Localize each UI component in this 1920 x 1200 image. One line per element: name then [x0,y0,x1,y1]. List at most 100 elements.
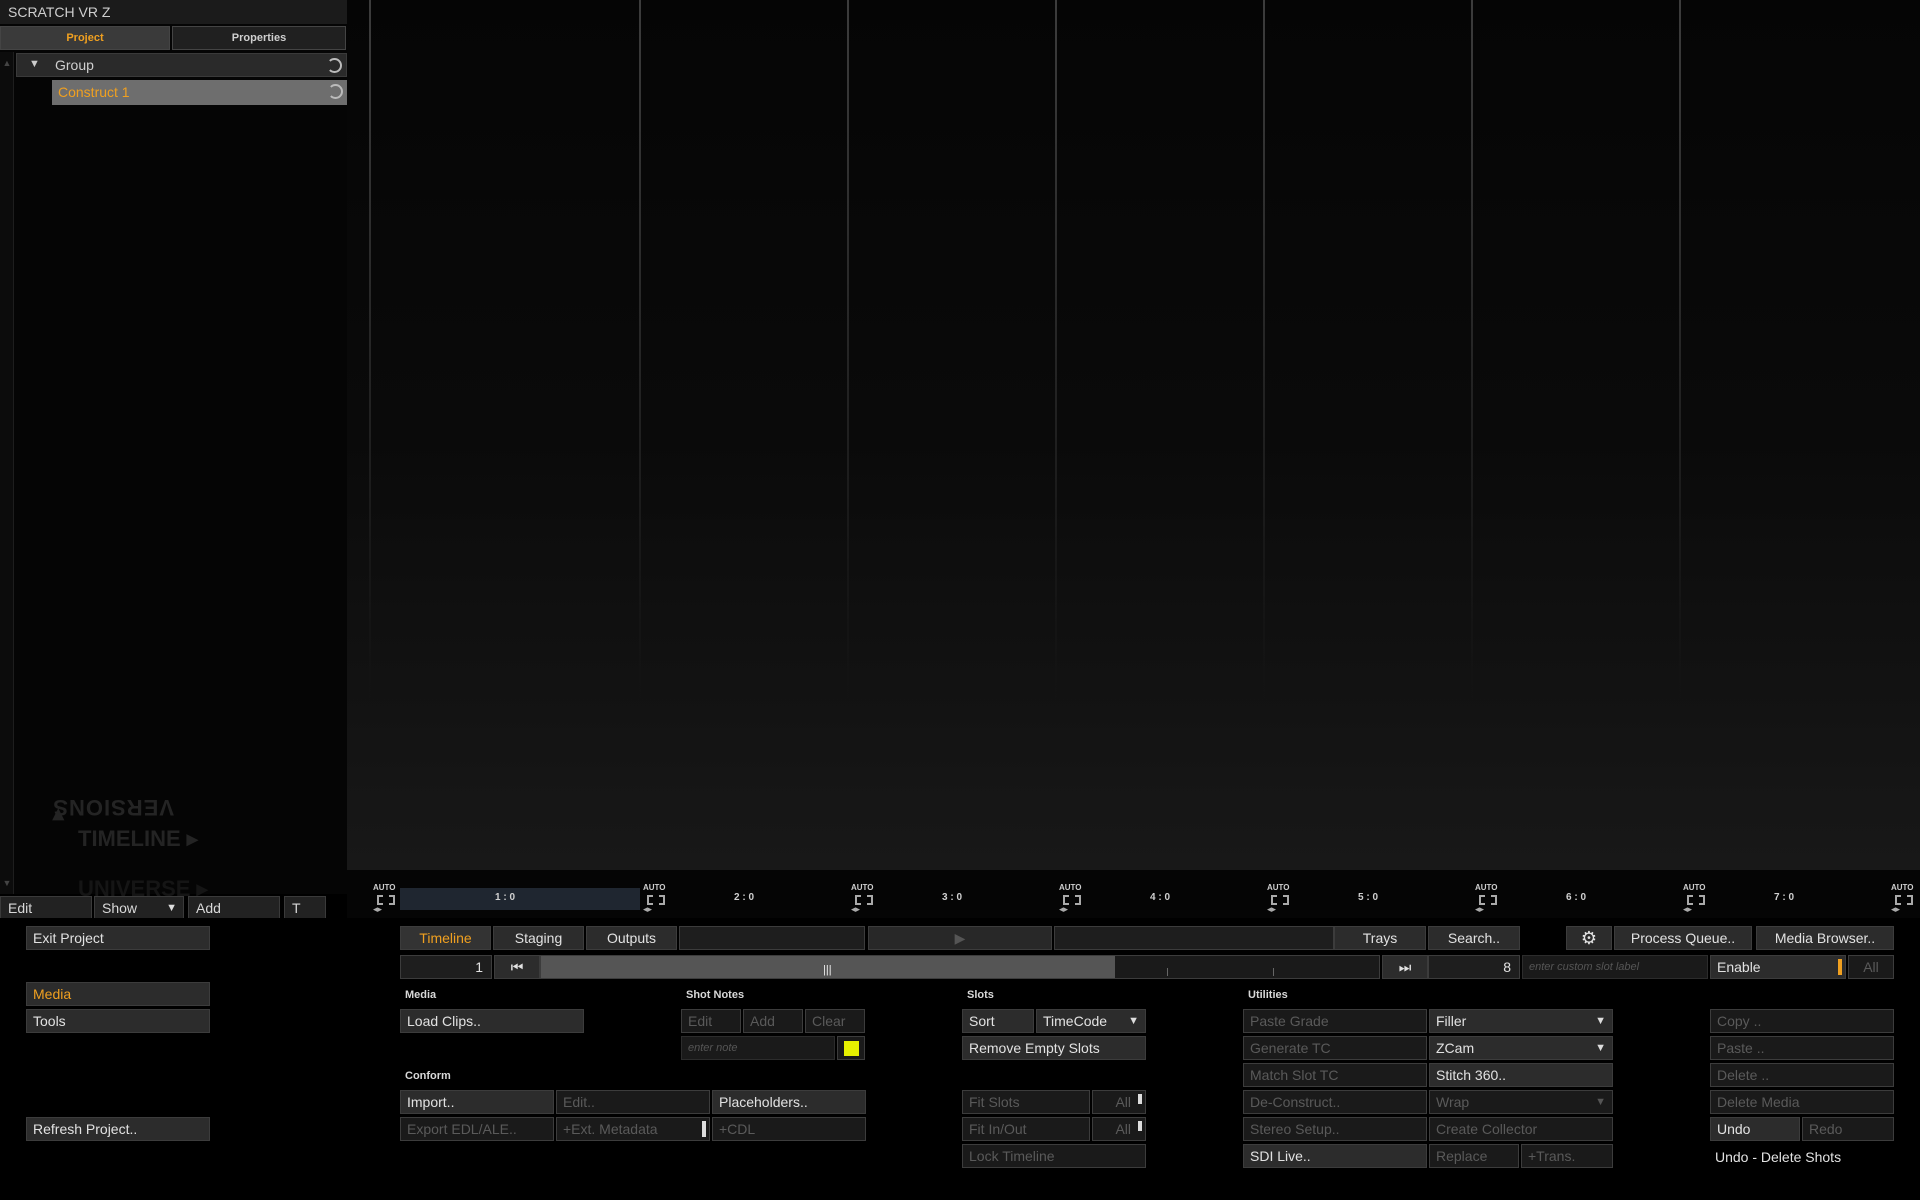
auto-slot-marker[interactable]: AUTO ◂▸ [1059,883,1089,914]
arrows-icon: ◂▸ [1891,904,1901,914]
enable-all-button[interactable]: All [1848,955,1894,979]
zcam-dropdown[interactable]: ZCam ▼ [1429,1036,1613,1060]
note-add-button[interactable]: Add [743,1009,803,1033]
note-clear-button[interactable]: Clear [805,1009,865,1033]
lock-timeline-toggle[interactable]: Lock Timeline [962,1144,1146,1168]
process-queue-button[interactable]: Process Queue.. [1614,926,1752,950]
app-title: SCRATCH VR Z [0,0,347,24]
ext-metadata-toggle[interactable]: +Ext. Metadata [556,1117,710,1141]
note-edit-button[interactable]: Edit [681,1009,741,1033]
note-input[interactable]: enter note [681,1036,835,1060]
auto-label: AUTO [643,883,666,892]
fit-in-out-all-toggle[interactable]: All [1092,1117,1146,1141]
tab-properties[interactable]: Properties [172,26,346,50]
viewer-area[interactable] [347,0,1920,870]
play-icon: ▶ [954,930,966,946]
arrows-icon: ◂▸ [1059,904,1069,914]
timeline-tray-toggle[interactable]: TIMELINE ▸ [78,826,198,852]
filler-dropdown[interactable]: Filler ▼ [1429,1009,1613,1033]
note-color-button[interactable] [837,1036,865,1060]
wrap-dropdown[interactable]: Wrap ▼ [1429,1090,1613,1114]
show-dropdown[interactable]: Show ▼ [94,896,184,920]
scrubber-tick [1167,968,1168,976]
media-section-label: Media [405,989,437,1001]
all-label: All [1115,1121,1131,1137]
generate-tc-button[interactable]: Generate TC [1243,1036,1427,1060]
tree-item-group[interactable]: ▼ Group [16,53,347,77]
tab-outputs[interactable]: Outputs [586,926,677,950]
remove-empty-slots-button[interactable]: Remove Empty Slots [962,1036,1146,1060]
deconstruct-button[interactable]: De-Construct.. [1243,1090,1427,1114]
media-browser-button[interactable]: Media Browser.. [1756,926,1894,950]
end-slot-field[interactable]: 8 [1428,955,1520,979]
menu-tools[interactable]: Tools [26,1009,210,1033]
timeline-scrubber[interactable]: ||| [540,955,1380,979]
tab-timeline[interactable]: Timeline [400,926,491,950]
undo-button[interactable]: Undo [1710,1117,1800,1141]
export-edl-button[interactable]: Export EDL/ALE.. [400,1117,554,1141]
auto-slot-marker[interactable]: AUTO ◂▸ [1475,883,1505,914]
stitch-360-button[interactable]: Stitch 360.. [1429,1063,1613,1087]
slot-number: 3 : 0 [942,892,963,903]
copy-button[interactable]: Copy .. [1710,1009,1894,1033]
blank-tab-area [1054,926,1334,950]
edit-dropdown[interactable]: Edit [0,896,92,920]
t-button[interactable]: T [284,896,326,920]
scrubber-handle-icon[interactable]: ||| [823,959,832,978]
tree-item-construct[interactable]: Construct 1 [52,80,347,105]
sort-mode-value: TimeCode [1043,1013,1108,1029]
gear-icon[interactable]: ⚙ [1566,926,1612,950]
stereo-setup-button[interactable]: Stereo Setup.. [1243,1117,1427,1141]
auto-slot-marker[interactable]: AUTO ◂▸ [851,883,881,914]
sort-mode-dropdown[interactable]: TimeCode ▼ [1036,1009,1146,1033]
auto-slot-marker[interactable]: AUTO ◂▸ [1267,883,1297,914]
cdl-toggle[interactable]: +CDL [712,1117,866,1141]
auto-slot-marker[interactable]: AUTO ◂▸ [643,883,673,914]
tab-staging[interactable]: Staging [493,926,584,950]
start-slot-field[interactable]: 1 [400,955,492,979]
arrows-icon: ◂▸ [643,904,653,914]
match-slot-tc-button[interactable]: Match Slot TC [1243,1063,1427,1087]
refresh-project-button[interactable]: Refresh Project.. [26,1117,210,1141]
menu-media[interactable]: Media [26,982,210,1006]
utilities-section-label: Utilities [1248,989,1288,1001]
fit-slots-button[interactable]: Fit Slots [962,1090,1090,1114]
tab-project[interactable]: Project [0,26,170,50]
import-button[interactable]: Import.. [400,1090,554,1114]
fit-slots-all-toggle[interactable]: All [1092,1090,1146,1114]
enable-toggle[interactable]: Enable [1710,955,1846,979]
scroll-down-icon[interactable]: ▼ [2,878,12,888]
replace-toggle[interactable]: Replace [1429,1144,1519,1168]
paste-grade-button[interactable]: Paste Grade [1243,1009,1427,1033]
redo-button[interactable]: Redo [1802,1117,1894,1141]
scroll-up-icon[interactable]: ▲ [2,58,12,68]
paste-button[interactable]: Paste .. [1710,1036,1894,1060]
create-collector-button[interactable]: Create Collector [1429,1117,1613,1141]
auto-slot-marker[interactable]: AUTO ◂▸ [1683,883,1713,914]
conform-edit-button[interactable]: Edit.. [556,1090,710,1114]
scrubber-tick [1273,968,1274,976]
versions-tray-toggle[interactable]: VERSIONS ▸ [44,690,174,830]
trays-button[interactable]: Trays [1334,926,1426,950]
fit-in-out-button[interactable]: Fit In/Out [962,1117,1090,1141]
expand-triangle-icon[interactable]: ▼ [29,58,40,70]
add-dropdown[interactable]: Add [188,896,280,920]
delete-media-button[interactable]: Delete Media [1710,1090,1894,1114]
all-label: All [1863,959,1879,975]
placeholders-button[interactable]: Placeholders.. [712,1090,866,1114]
tree-scrollbar[interactable]: ▲ ▼ [0,52,14,894]
search-button[interactable]: Search.. [1428,926,1520,950]
delete-button[interactable]: Delete .. [1710,1063,1894,1087]
shot-notes-label: Shot Notes [686,989,745,1001]
exit-project-button[interactable]: Exit Project [26,926,210,950]
go-to-start-button[interactable]: ⏮ [494,955,540,979]
go-to-end-button[interactable]: ⏭ [1382,955,1428,979]
auto-slot-marker[interactable]: AUTO ◂▸ [1891,883,1920,914]
trans-toggle[interactable]: +Trans. [1521,1144,1613,1168]
sort-button[interactable]: Sort [962,1009,1034,1033]
play-button[interactable]: ▶ [868,926,1052,950]
load-clips-button[interactable]: Load Clips.. [400,1009,584,1033]
auto-slot-marker[interactable]: AUTO ◂▸ [373,883,403,914]
sdi-live-button[interactable]: SDI Live.. [1243,1144,1427,1168]
custom-slot-label-input[interactable]: enter custom slot label [1522,955,1708,979]
